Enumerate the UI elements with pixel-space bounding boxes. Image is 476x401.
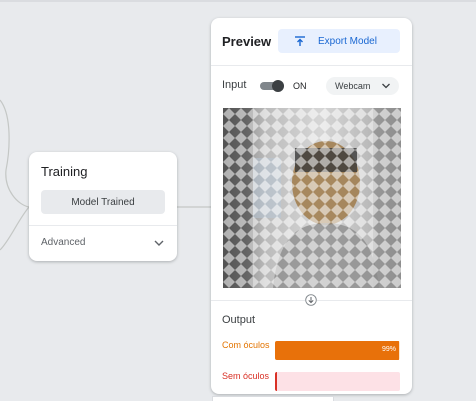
toggle-state-label: ON: [293, 81, 307, 91]
confidence-fill: [275, 341, 399, 360]
input-toggle[interactable]: [260, 80, 284, 92]
input-source-select[interactable]: Webcam: [326, 77, 399, 95]
input-source-value: Webcam: [335, 81, 371, 91]
export-model-button[interactable]: Export Model: [278, 29, 400, 53]
divider: [211, 65, 412, 66]
arrow-down-icon: [305, 294, 317, 306]
toggle-knob: [272, 80, 284, 92]
confidence-bar: [275, 372, 400, 391]
advanced-toggle[interactable]: Advanced: [29, 226, 177, 261]
upload-icon: [295, 36, 305, 46]
training-title: Training: [41, 164, 88, 179]
model-trained-button[interactable]: Model Trained: [41, 190, 165, 214]
confidence-fill: [275, 372, 277, 391]
chevron-down-icon: [382, 83, 390, 89]
class-label: Sem óculos: [222, 371, 270, 381]
class-label: Com óculos: [222, 340, 270, 350]
confidence-bar: 99%: [275, 341, 400, 360]
confidence-percent: 99%: [381, 346, 396, 353]
input-label: Input: [222, 79, 247, 91]
output-label: Output: [222, 314, 256, 326]
training-card: Training Model Trained Advanced: [29, 152, 177, 261]
bottom-tab: [212, 396, 334, 401]
advanced-label: Advanced: [41, 237, 86, 248]
webcam-feed: [223, 108, 401, 288]
preview-title: Preview: [222, 34, 272, 49]
chevron-down-icon: [154, 240, 164, 246]
export-model-label: Export Model: [318, 35, 377, 47]
preview-card: Preview Export Model Input ON Webcam Out…: [211, 18, 412, 394]
